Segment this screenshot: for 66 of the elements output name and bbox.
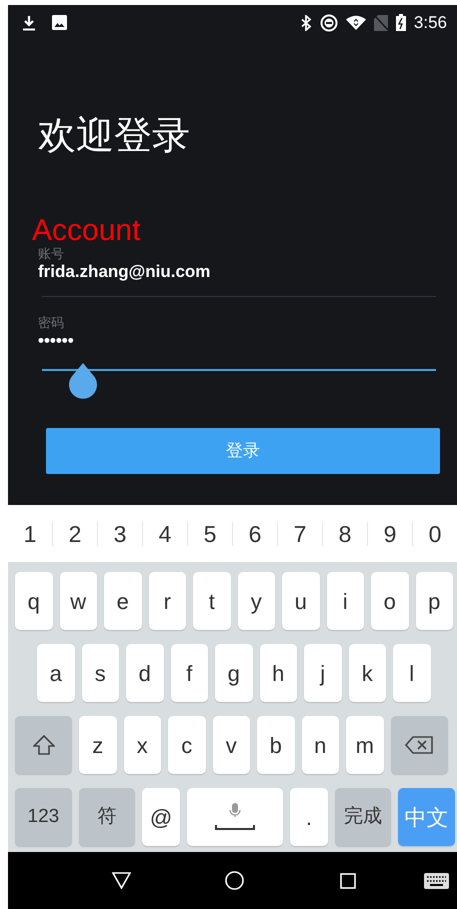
number-key[interactable]: 0 [412,522,457,546]
key[interactable]: s [82,644,119,702]
key[interactable]: 完成 [334,788,392,846]
recents-icon[interactable] [340,873,356,889]
key[interactable]: 符 [78,788,136,846]
keyboard-icon[interactable] [424,873,449,889]
microphone-space-icon [215,803,255,831]
number-key[interactable]: 9 [367,522,412,546]
annotation-label: Account [32,216,142,246]
key[interactable]: z [79,716,116,774]
key[interactable]: c [168,716,206,774]
field-label: 账号 [38,246,65,262]
number-key[interactable]: 8 [322,522,367,546]
shift-key[interactable] [15,716,72,774]
key[interactable]: q [15,572,52,630]
key[interactable]: . [290,788,328,846]
key[interactable]: n [302,716,339,774]
key[interactable]: p [416,572,453,630]
number-key[interactable]: 2 [52,522,97,546]
do-not-disturb-icon [320,14,338,32]
wifi-icon [346,15,366,30]
download-icon [22,14,36,30]
number-key[interactable]: 6 [232,522,277,546]
home-icon[interactable] [225,871,244,890]
key[interactable]: k [348,644,386,702]
cursor-handle-icon[interactable] [69,363,97,399]
field-value: frida.zhang@niu.com [38,262,212,282]
key[interactable]: t [193,572,230,630]
key[interactable]: f [170,644,208,702]
key[interactable]: d [126,644,164,702]
key[interactable]: j [304,644,342,702]
no-sim-icon [374,14,388,30]
key[interactable]: 123 [15,788,72,846]
key[interactable]: e [104,572,142,630]
field-value: •••••• [38,331,75,351]
key[interactable]: a [37,644,74,702]
image-icon [52,15,67,30]
key[interactable]: o [371,572,408,630]
key[interactable]: b [257,716,294,774]
backspace-key[interactable] [390,716,448,774]
back-icon[interactable] [112,872,131,889]
clock-time: 3:56 [414,12,447,34]
key[interactable]: x [124,716,161,774]
key[interactable]: i [326,572,364,630]
key[interactable]: @ [142,788,180,846]
key[interactable]: r [148,572,186,630]
space-key[interactable] [186,788,284,846]
number-key[interactable]: 4 [142,522,187,546]
bluetooth-icon [300,14,312,30]
shift-icon [32,735,54,755]
key[interactable]: w [60,572,97,630]
key[interactable]: u [282,572,320,630]
battery-charging-icon [396,14,406,31]
key[interactable]: y [238,572,275,630]
number-key[interactable]: 3 [97,522,142,546]
key[interactable]: g [215,644,252,702]
page-title: 欢迎登录 [38,114,191,159]
key[interactable]: v [212,716,250,774]
number-key[interactable]: 5 [187,522,232,546]
key[interactable]: h [260,644,297,702]
key[interactable]: m [346,716,384,774]
backspace-icon [405,736,433,754]
number-key[interactable]: 7 [277,522,322,546]
key[interactable]: l [393,644,430,702]
number-key[interactable]: 1 [8,522,52,546]
field-label: 密码 [38,315,65,331]
